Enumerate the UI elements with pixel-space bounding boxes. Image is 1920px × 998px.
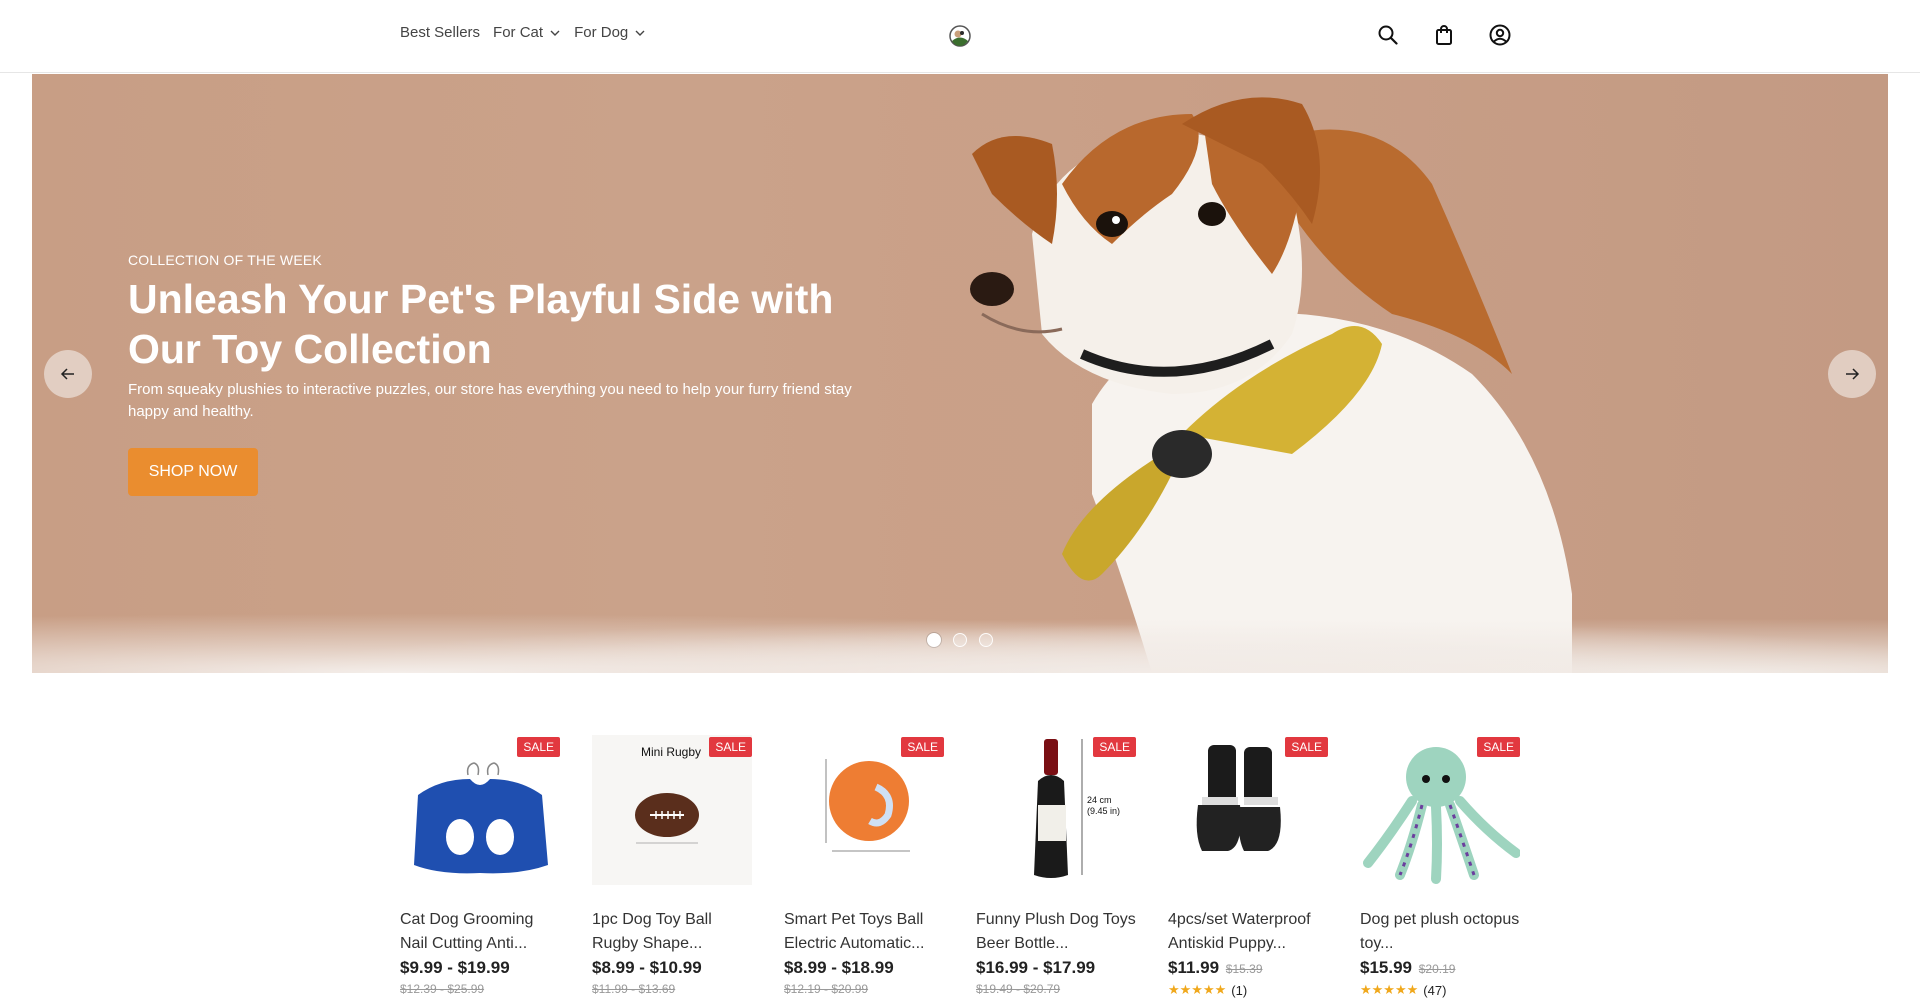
nav-for-cat[interactable]: For Cat bbox=[493, 24, 561, 41]
previous-slide-button[interactable] bbox=[44, 350, 92, 398]
account-icon[interactable] bbox=[1488, 23, 1512, 47]
product-name[interactable]: Dog pet plush octopus toy... bbox=[1360, 908, 1520, 956]
star-icon: ★★★★★ bbox=[1360, 982, 1419, 997]
store-logo[interactable] bbox=[948, 24, 972, 48]
smart-ball-image bbox=[825, 759, 910, 852]
sale-badge: SALE bbox=[1285, 737, 1328, 757]
product-current-price: $15.99 bbox=[1360, 958, 1412, 977]
product-price: $11.99 $15.39 bbox=[1168, 958, 1328, 978]
hero-description: From squeaky plushies to interactive puz… bbox=[128, 381, 852, 420]
slide-dot-3[interactable] bbox=[979, 633, 993, 647]
arrow-left-icon bbox=[60, 368, 74, 380]
product-card[interactable]: SALE Smart Pet Toys Ball Electric Automa… bbox=[784, 735, 944, 998]
rating-count: (47) bbox=[1423, 982, 1447, 998]
slide-dot-2[interactable] bbox=[953, 633, 967, 647]
nav-label: For Cat bbox=[493, 24, 544, 41]
product-price: $8.99 - $10.99 bbox=[592, 958, 702, 977]
product-name[interactable]: Funny Plush Dog Toys Beer Bottle... bbox=[976, 908, 1136, 956]
header-actions bbox=[1376, 23, 1512, 47]
product-image: SALE bbox=[400, 735, 560, 885]
product-card[interactable]: SALE 4pcs/set Waterproof Antiskid Puppy.… bbox=[1168, 735, 1328, 998]
product-name[interactable]: 4pcs/set Waterproof Antiskid Puppy... bbox=[1168, 908, 1328, 956]
chevron-down-icon bbox=[550, 30, 560, 36]
nav-label: For Dog bbox=[574, 24, 629, 41]
nav-for-dog[interactable]: For Dog bbox=[574, 24, 646, 41]
product-old-price: $12.39 - $25.99 bbox=[400, 982, 485, 996]
product-image: SALE bbox=[784, 735, 944, 885]
product-current-price: $11.99 bbox=[1168, 958, 1220, 977]
star-icon: ★★★★★ bbox=[1168, 982, 1227, 997]
sale-badge: SALE bbox=[901, 737, 944, 757]
search-icon[interactable] bbox=[1376, 23, 1400, 47]
slide-dot-1[interactable] bbox=[927, 633, 941, 647]
product-list: SALE Cat Dog Grooming Nail Cutting Anti.… bbox=[400, 735, 1521, 998]
sale-badge: SALE bbox=[709, 737, 752, 757]
nav-best-sellers[interactable]: Best Sellers bbox=[400, 24, 480, 41]
slide-indicators bbox=[927, 633, 993, 647]
hero-eyebrow: COLLECTION OF THE WEEK bbox=[128, 252, 322, 268]
dog-hero-image bbox=[970, 97, 1572, 673]
product-price: $9.99 - $19.99 bbox=[400, 958, 510, 977]
product-image: SALE bbox=[1360, 735, 1521, 885]
product-image: SALE bbox=[1168, 735, 1328, 885]
product-rating: ★★★★★ (47) bbox=[1360, 982, 1520, 998]
main-nav: Best Sellers For Cat For Dog bbox=[400, 24, 646, 41]
product-card[interactable]: 24 cm (9.45 in) SALE Funny Plush Dog Toy… bbox=[976, 735, 1136, 998]
nav-label: Best Sellers bbox=[400, 24, 481, 41]
shop-now-button[interactable]: SHOP NOW bbox=[128, 448, 258, 496]
site-header: Best Sellers For Cat For Dog bbox=[0, 0, 1920, 73]
sale-badge: SALE bbox=[517, 737, 560, 757]
product-old-price: $15.39 bbox=[1225, 962, 1263, 976]
product-price: $8.99 - $18.99 bbox=[784, 958, 894, 977]
shopping-bag-icon[interactable] bbox=[1432, 23, 1456, 47]
arrow-right-icon bbox=[1846, 368, 1860, 380]
grooming-hammock-image bbox=[414, 762, 548, 874]
dog-boots-image bbox=[1196, 745, 1281, 851]
product-price: $15.99 $20.19 bbox=[1360, 958, 1520, 978]
hero-banner: COLLECTION OF THE WEEK Unleash Your Pet'… bbox=[32, 74, 1888, 673]
next-slide-button[interactable] bbox=[1828, 350, 1876, 398]
product-image-caption: 24 cm (9.45 in) bbox=[1087, 795, 1121, 816]
product-old-price: $20.19 bbox=[1418, 962, 1456, 976]
product-image-caption: Mini Rugby bbox=[641, 745, 702, 759]
octopus-toy-image bbox=[1363, 747, 1521, 884]
product-image: Mini Rugby SALE bbox=[592, 735, 752, 885]
product-old-price: $11.99 - $13.69 bbox=[592, 982, 676, 996]
product-old-price: $19.49 - $20.79 bbox=[976, 982, 1061, 996]
rating-count: (1) bbox=[1231, 982, 1248, 998]
product-card[interactable]: Mini Rugby SALE 1pc Dog Toy Ball Rugby S… bbox=[592, 735, 752, 998]
sale-badge: SALE bbox=[1477, 737, 1520, 757]
hero-title: Unleash Your Pet's Playful Side with Our… bbox=[128, 276, 834, 372]
sale-badge: SALE bbox=[1093, 737, 1136, 757]
chevron-down-icon bbox=[635, 30, 645, 36]
product-price: $16.99 - $17.99 bbox=[976, 958, 1096, 977]
product-card[interactable]: SALE Cat Dog Grooming Nail Cutting Anti.… bbox=[400, 735, 560, 998]
product-name[interactable]: 1pc Dog Toy Ball Rugby Shape... bbox=[592, 908, 752, 956]
product-image: 24 cm (9.45 in) SALE bbox=[976, 735, 1136, 885]
product-card[interactable]: SALE Dog pet plush octopus toy... $15.99… bbox=[1360, 735, 1521, 998]
product-rating: ★★★★★ (1) bbox=[1168, 982, 1328, 998]
product-old-price: $12.19 - $20.99 bbox=[784, 982, 869, 996]
product-name[interactable]: Cat Dog Grooming Nail Cutting Anti... bbox=[400, 908, 560, 956]
product-name[interactable]: Smart Pet Toys Ball Electric Automatic..… bbox=[784, 908, 944, 956]
